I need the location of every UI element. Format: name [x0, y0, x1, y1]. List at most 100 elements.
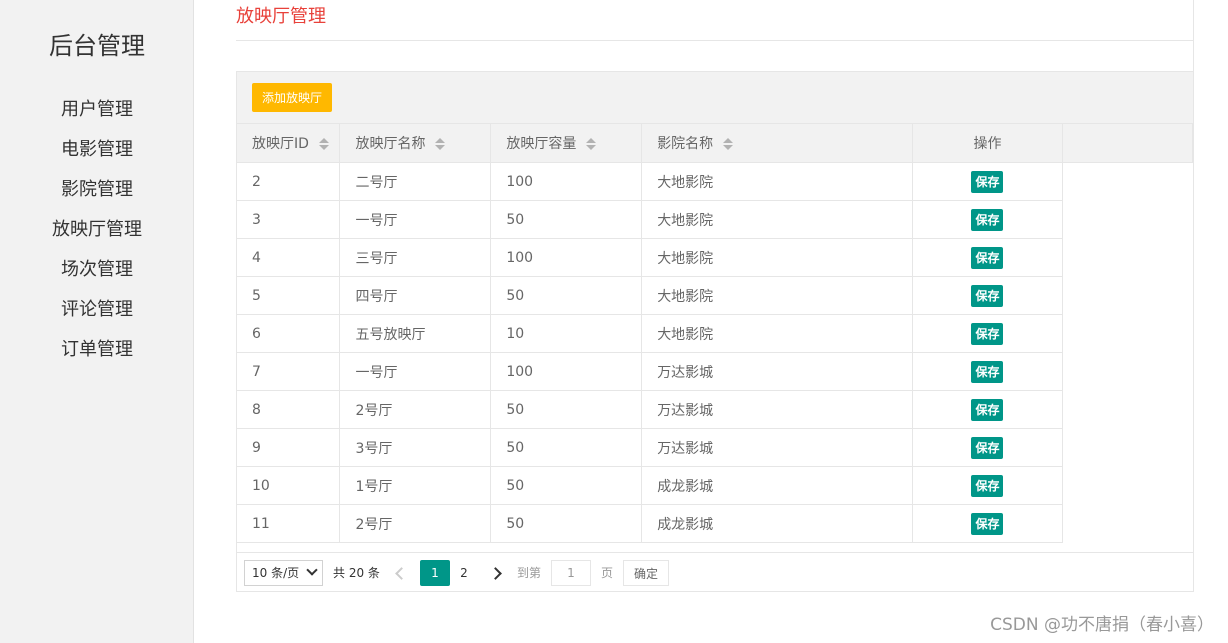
table-row: 8 2号厅 50 万达影城 保存	[237, 390, 1193, 429]
cell-id: 8	[237, 390, 341, 429]
halls-table: 放映厅ID 放映厅名称 放映厅容量 影院名称 操作 2 二号厅 100 大地影院 保存 3…	[237, 123, 1193, 543]
table-header-row: 放映厅ID 放映厅名称 放映厅容量 影院名称 操作	[237, 123, 1193, 163]
add-hall-button[interactable]: 添加放映厅	[252, 83, 332, 112]
save-button[interactable]: 保存	[971, 322, 1004, 345]
sidebar-item-orders[interactable]: 订单管理	[0, 330, 194, 370]
table-panel: 添加放映厅 放映厅ID 放映厅名称 放映厅容量 影院名称 操作 2 二号厅 100 大…	[236, 71, 1194, 592]
title-divider	[236, 40, 1194, 41]
sidebar: 后台管理 用户管理 电影管理 影院管理 放映厅管理 场次管理 评论管理 订单管理	[0, 0, 194, 643]
cell-action: 保存	[911, 504, 1064, 543]
cell-id: 9	[237, 428, 341, 467]
col-header-label: 放映厅容量	[506, 136, 577, 152]
col-header-label: 影院名称	[657, 136, 714, 152]
table-row: 6 五号放映厅 10 大地影院 保存	[237, 314, 1193, 353]
cell-name: 一号厅	[339, 352, 492, 391]
cell-action: 保存	[911, 276, 1064, 315]
col-header-id[interactable]: 放映厅ID	[237, 123, 341, 163]
sidebar-item-halls[interactable]: 放映厅管理	[0, 210, 194, 250]
sidebar-item-cinemas[interactable]: 影院管理	[0, 170, 194, 210]
confirm-page-button[interactable]: 确定	[623, 560, 669, 586]
save-button[interactable]: 保存	[971, 170, 1004, 193]
cell-action: 保存	[911, 352, 1064, 391]
save-button[interactable]: 保存	[971, 512, 1004, 535]
cell-cinema: 大地影院	[641, 276, 913, 315]
pagination: 10 条/页 共 20 条 1 2 到第 页 确定	[237, 552, 1193, 592]
cell-name: 2号厅	[339, 390, 492, 429]
sort-icon[interactable]	[318, 137, 329, 151]
cell-name: 三号厅	[339, 238, 492, 277]
page-size-value: 10 条/页	[252, 566, 300, 580]
table-toolbar: 添加放映厅	[237, 72, 1193, 124]
sort-icon[interactable]	[435, 137, 446, 151]
next-page-icon[interactable]	[485, 560, 511, 586]
col-header-cinema[interactable]: 影院名称	[641, 123, 913, 163]
save-button[interactable]: 保存	[971, 398, 1004, 421]
cell-cinema: 万达影城	[641, 428, 913, 467]
total-count: 共 20 条	[333, 566, 380, 580]
sort-icon[interactable]	[723, 137, 734, 151]
goto-label: 到第	[517, 566, 542, 580]
sidebar-item-users[interactable]: 用户管理	[0, 90, 194, 130]
cell-id: 3	[237, 200, 341, 239]
cell-action: 保存	[911, 238, 1064, 277]
cell-name: 一号厅	[339, 200, 492, 239]
page-button-2[interactable]: 2	[449, 560, 479, 586]
page-number-input[interactable]	[551, 560, 591, 586]
cell-name: 四号厅	[339, 276, 492, 315]
chevron-down-icon	[306, 564, 318, 576]
col-header-blank	[1062, 123, 1193, 163]
cell-cinema: 万达影城	[641, 390, 913, 429]
cell-capacity: 50	[490, 428, 643, 467]
cell-action: 保存	[911, 390, 1064, 429]
cell-action: 保存	[911, 428, 1064, 467]
cell-id: 11	[237, 504, 341, 543]
page-unit-label: 页	[601, 566, 614, 580]
cell-cinema: 成龙影城	[641, 504, 913, 543]
page-button-1[interactable]: 1	[420, 560, 450, 586]
cell-capacity: 50	[490, 200, 643, 239]
cell-id: 10	[237, 466, 341, 505]
cell-name: 1号厅	[339, 466, 492, 505]
col-header-label: 放映厅ID	[252, 136, 309, 152]
sidebar-item-sessions[interactable]: 场次管理	[0, 250, 194, 290]
cell-cinema: 成龙影城	[641, 466, 913, 505]
cell-id: 5	[237, 276, 341, 315]
cell-capacity: 50	[490, 390, 643, 429]
cell-id: 2	[237, 162, 341, 201]
col-header-name[interactable]: 放映厅名称	[339, 123, 492, 163]
save-button[interactable]: 保存	[971, 436, 1004, 459]
save-button[interactable]: 保存	[971, 474, 1004, 497]
save-button[interactable]: 保存	[971, 246, 1004, 269]
watermark: CSDN @功不唐捐（春小喜）	[990, 615, 1214, 635]
page-size-select[interactable]: 10 条/页	[244, 560, 323, 586]
cell-capacity: 10	[490, 314, 643, 353]
table-row: 7 一号厅 100 万达影城 保存	[237, 352, 1193, 391]
save-button[interactable]: 保存	[971, 284, 1004, 307]
blank-column	[1062, 162, 1193, 543]
cell-id: 7	[237, 352, 341, 391]
cell-action: 保存	[911, 200, 1064, 239]
save-button[interactable]: 保存	[971, 208, 1004, 231]
cell-capacity: 100	[490, 352, 643, 391]
col-header-capacity[interactable]: 放映厅容量	[490, 123, 643, 163]
cell-cinema: 万达影城	[641, 352, 913, 391]
cell-capacity: 50	[490, 276, 643, 315]
cell-name: 五号放映厅	[339, 314, 492, 353]
cell-action: 保存	[911, 162, 1064, 201]
table-row: 3 一号厅 50 大地影院 保存	[237, 200, 1193, 239]
sort-icon[interactable]	[586, 137, 597, 151]
save-button[interactable]: 保存	[971, 360, 1004, 383]
cell-name: 二号厅	[339, 162, 492, 201]
table-row: 9 3号厅 50 万达影城 保存	[237, 428, 1193, 467]
cell-capacity: 50	[490, 466, 643, 505]
sidebar-item-comments[interactable]: 评论管理	[0, 290, 194, 330]
page-title: 放映厅管理	[236, 6, 326, 27]
cell-name: 2号厅	[339, 504, 492, 543]
cell-capacity: 50	[490, 504, 643, 543]
sidebar-item-movies[interactable]: 电影管理	[0, 130, 194, 170]
prev-page-icon[interactable]	[387, 560, 413, 586]
brand-title: 后台管理	[49, 32, 145, 60]
cell-cinema: 大地影院	[641, 162, 913, 201]
col-header-action: 操作	[911, 123, 1064, 163]
cell-id: 6	[237, 314, 341, 353]
